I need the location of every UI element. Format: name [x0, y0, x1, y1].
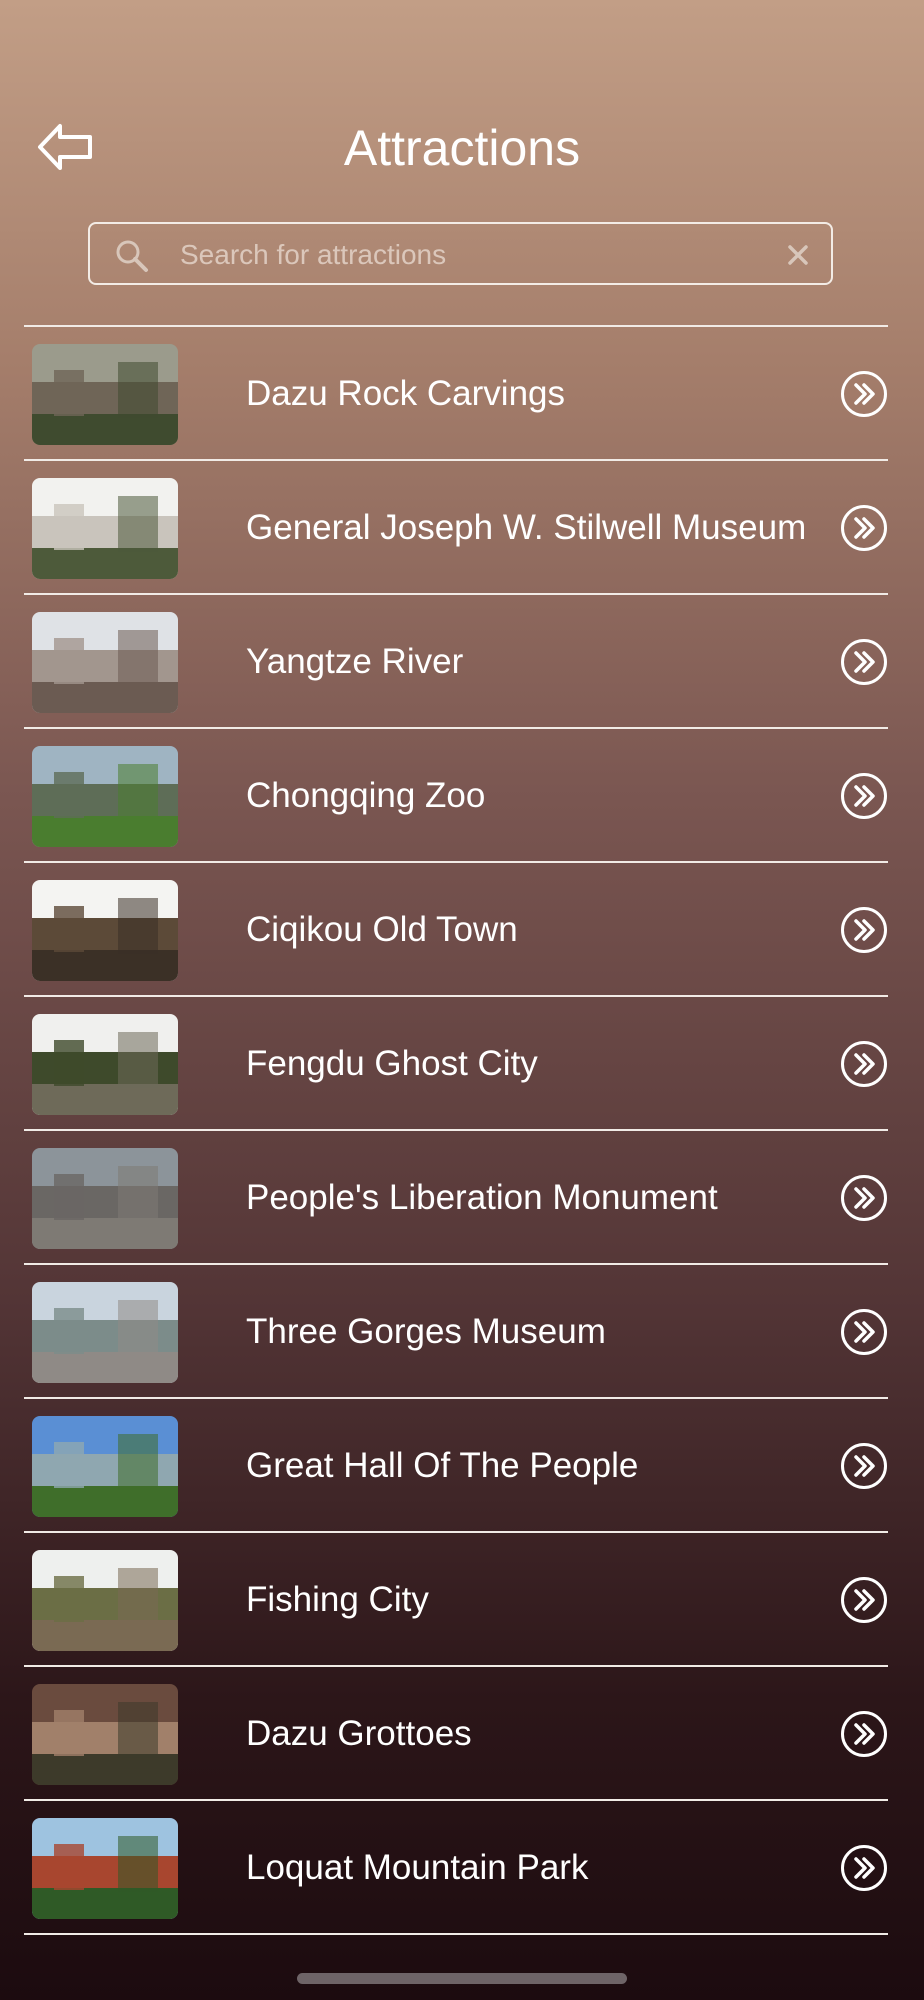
list-item[interactable]: Dazu Grottoes	[24, 1667, 888, 1801]
double-chevron-right-circle-icon[interactable]	[840, 772, 888, 820]
double-chevron-right-circle-icon[interactable]	[840, 638, 888, 686]
attraction-name: Ciqikou Old Town	[246, 910, 518, 949]
list-item[interactable]: Chongqing Zoo	[24, 729, 888, 863]
double-chevron-right-circle-icon[interactable]	[840, 906, 888, 954]
stilwell-museum-thumbnail	[32, 478, 178, 579]
double-chevron-right-circle-icon[interactable]	[840, 1040, 888, 1088]
chongqing-zoo-thumbnail	[32, 746, 178, 847]
double-chevron-right-circle-icon[interactable]	[840, 1576, 888, 1624]
list-item[interactable]: Three Gorges Museum	[24, 1265, 888, 1399]
double-chevron-right-circle-icon[interactable]	[840, 1710, 888, 1758]
three-gorges-museum-thumbnail	[32, 1282, 178, 1383]
attraction-name: Chongqing Zoo	[246, 776, 486, 815]
attraction-name: Fengdu Ghost City	[246, 1044, 538, 1083]
double-chevron-right-circle-icon[interactable]	[840, 1308, 888, 1356]
loquat-mountain-park-thumbnail	[32, 1818, 178, 1919]
double-chevron-right-circle-icon[interactable]	[840, 1844, 888, 1892]
list-item[interactable]: Yangtze River	[24, 595, 888, 729]
attraction-name: Yangtze River	[246, 642, 464, 681]
double-chevron-right-circle-icon[interactable]	[840, 1442, 888, 1490]
yangtze-river-thumbnail	[32, 612, 178, 713]
page-title: Attractions	[343, 120, 581, 176]
search-input[interactable]	[178, 232, 742, 278]
ciqikou-old-town-thumbnail	[32, 880, 178, 981]
attraction-name: Dazu Grottoes	[246, 1714, 472, 1753]
double-chevron-right-circle-icon[interactable]	[840, 1174, 888, 1222]
search-bar[interactable]	[88, 222, 833, 285]
header: Attractions	[0, 0, 924, 210]
great-hall-thumbnail	[32, 1416, 178, 1517]
attraction-name: General Joseph W. Stilwell Museum	[246, 508, 807, 547]
list-item[interactable]: Dazu Rock Carvings	[24, 327, 888, 461]
list-item[interactable]: Fengdu Ghost City	[24, 997, 888, 1131]
list-item[interactable]: Great Hall Of The People	[24, 1399, 888, 1533]
attraction-name: Fishing City	[246, 1580, 429, 1619]
double-chevron-right-circle-icon[interactable]	[840, 370, 888, 418]
double-chevron-right-circle-icon[interactable]	[840, 504, 888, 552]
attraction-name: People's Liberation Monument	[246, 1178, 718, 1217]
dazu-rock-carvings-thumbnail	[32, 344, 178, 445]
fengdu-ghost-city-thumbnail	[32, 1014, 178, 1115]
list-item[interactable]: Ciqikou Old Town	[24, 863, 888, 997]
attraction-name: Loquat Mountain Park	[246, 1848, 589, 1887]
home-indicator[interactable]	[297, 1973, 627, 1984]
liberation-monument-thumbnail	[32, 1148, 178, 1249]
list-item[interactable]: Fishing City	[24, 1533, 888, 1667]
list-item[interactable]: Loquat Mountain Park	[24, 1801, 888, 1935]
attraction-name: Dazu Rock Carvings	[246, 374, 565, 413]
search-icon	[116, 240, 148, 272]
list-item[interactable]: General Joseph W. Stilwell Museum	[24, 461, 888, 595]
attractions-list: Dazu Rock Carvings General Joseph W. Stil…	[24, 325, 888, 1935]
dazu-grottoes-thumbnail	[32, 1684, 178, 1785]
attraction-name: Great Hall Of The People	[246, 1446, 639, 1485]
close-icon[interactable]	[787, 244, 809, 266]
fishing-city-thumbnail	[32, 1550, 178, 1651]
attraction-name: Three Gorges Museum	[246, 1312, 606, 1351]
list-item[interactable]: People's Liberation Monument	[24, 1131, 888, 1265]
